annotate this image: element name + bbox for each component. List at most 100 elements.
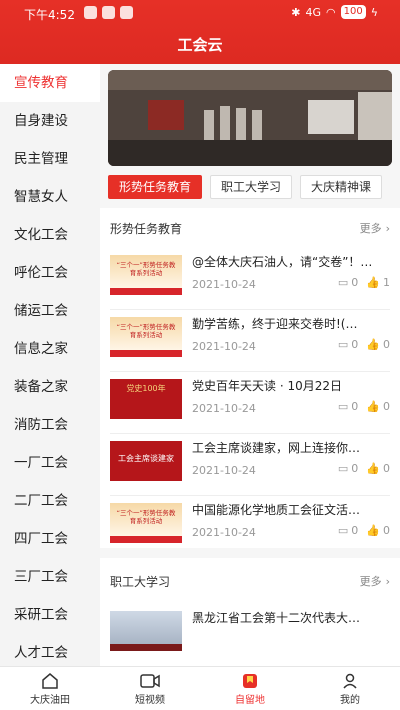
banner-image[interactable] — [108, 70, 392, 166]
list-item[interactable]: 黑龙江省工会第十二次代表大… — [100, 604, 400, 666]
thumbnail-caption: 党史100年 — [126, 384, 166, 393]
like-icon[interactable]: 👍 — [366, 524, 380, 537]
article-stats: ▭ 0 👍 1 — [338, 276, 390, 289]
tab-topic[interactable]: 职工大学习 — [210, 175, 293, 199]
section-header: 形势任务教育 更多 › — [100, 208, 400, 248]
tab-label: 大庆油田 — [30, 695, 70, 706]
article-stats: ▭ 0 👍 0 — [338, 524, 390, 537]
sidebar-item[interactable]: 自身建设 — [0, 102, 100, 140]
tab-profile[interactable]: 我的 — [300, 667, 400, 710]
article-thumbnail: “三个一”形势任务教育系列活动 — [110, 317, 182, 357]
system-icons: ✱ 4G ◠ 100 ϟ — [291, 5, 378, 19]
sidebar-item[interactable]: 文化工会 — [0, 216, 100, 254]
comment-icon: ▭ — [337, 276, 349, 289]
category-sidebar: 宣传教育 自身建设 民主管理 智慧女人 文化工会 呼伦工会 储运工会 信息之家 … — [0, 64, 100, 666]
comment-count: 0 — [351, 338, 359, 351]
tab-label: 自留地 — [235, 695, 265, 706]
wifi-icon: ◠ — [326, 5, 336, 19]
more-link[interactable]: 更多 › — [360, 573, 390, 589]
article-thumbnail: “三个一”形势任务教育系列活动 — [110, 503, 182, 543]
list-item[interactable]: 党史100年 党史百年天天读 · 10月22日 2021-10-24 ▭ 0 👍 0 — [100, 372, 400, 434]
battery-icon: 100 — [340, 5, 366, 19]
section-title: 形势任务教育 — [110, 221, 183, 236]
signal-icon: 4G — [305, 5, 322, 19]
article-date: 2021-10-24 — [192, 340, 256, 353]
article-title: 勤学苦练，终于迎来交卷时!(… — [192, 317, 358, 331]
app-notify-icon — [102, 6, 115, 19]
like-count: 0 — [383, 524, 390, 537]
article-title: @全体大庆石油人，请“交卷”！… — [192, 255, 373, 269]
page-title: 工会云 — [177, 36, 223, 54]
comment-count: 0 — [351, 462, 359, 475]
sidebar-item[interactable]: 三厂工会 — [0, 558, 100, 596]
sidebar-item[interactable]: 民主管理 — [0, 140, 100, 178]
sidebar-item[interactable]: 人才工会 — [0, 634, 100, 666]
sidebar-item[interactable]: 信息之家 — [0, 330, 100, 368]
like-icon[interactable]: 👍 — [366, 462, 380, 475]
comment-count: 0 — [351, 276, 359, 289]
tab-topic[interactable]: 形势任务教育 — [108, 175, 203, 199]
thumbnail-caption: “三个一”形势任务教育系列活动 — [116, 323, 176, 339]
list-item[interactable]: “三个一”形势任务教育系列活动 @全体大庆石油人，请“交卷”！… 2021-10… — [100, 248, 400, 310]
content-area: 形势任务教育 职工大学习 大庆精神课 形势任务教育 更多 › “三个一”形势任务教… — [100, 64, 400, 666]
app-notify-icon — [84, 6, 97, 19]
article-title: 中国能源化学地质工会征文活… — [192, 503, 361, 517]
article-date: 2021-10-24 — [192, 464, 256, 477]
like-icon[interactable]: 👍 — [366, 276, 380, 289]
exhibition-hall-image — [108, 70, 392, 166]
bluetooth-icon: ✱ — [291, 5, 301, 19]
tab-video[interactable]: 短视频 — [100, 667, 200, 710]
sidebar-item[interactable]: 一厂工会 — [0, 444, 100, 482]
section-title: 职工大学习 — [110, 574, 171, 589]
tab-topic[interactable]: 大庆精神课 — [300, 175, 383, 199]
more-link[interactable]: 更多 › — [360, 220, 390, 236]
comment-count: 0 — [351, 400, 359, 413]
like-count: 1 — [383, 276, 390, 289]
like-icon[interactable]: 👍 — [366, 338, 380, 351]
sidebar-item[interactable]: 储运工会 — [0, 292, 100, 330]
section-study: 职工大学习 更多 › 黑龙江省工会第十二次代表大… — [100, 558, 400, 666]
article-title: 党史百年天天读 · 10月22日 — [192, 379, 342, 393]
list-item[interactable]: 工会主席谈建家 工会主席谈建家，网上连接你… 2021-10-24 ▭ 0 👍 0 — [100, 434, 400, 496]
article-thumbnail — [110, 611, 182, 651]
more-label: 更多 — [359, 575, 382, 588]
article-stats: ▭ 0 👍 0 — [338, 338, 390, 351]
article-date: 2021-10-24 — [192, 278, 256, 291]
comment-icon: ▭ — [337, 400, 349, 413]
article-stats: ▭ 0 👍 0 — [338, 400, 390, 413]
notification-icons — [84, 6, 133, 19]
article-thumbnail: “三个一”形势任务教育系列活动 — [110, 255, 182, 295]
sidebar-item[interactable]: 宣传教育 — [0, 64, 100, 102]
thumbnail-caption: “三个一”形势任务教育系列活动 — [116, 261, 176, 277]
app-header: 下午4:52 ✱ 4G ◠ 100 ϟ 工会云 — [0, 0, 400, 64]
tab-label: 我的 — [340, 695, 360, 706]
article-stats: ▭ 0 👍 0 — [338, 462, 390, 475]
person-icon — [300, 671, 400, 691]
video-icon — [100, 671, 200, 691]
like-count: 0 — [383, 462, 390, 475]
tab-home[interactable]: 大庆油田 — [0, 667, 100, 710]
like-icon[interactable]: 👍 — [366, 400, 380, 413]
sidebar-item[interactable]: 呼伦工会 — [0, 254, 100, 292]
sidebar-item[interactable]: 四厂工会 — [0, 520, 100, 558]
list-item[interactable]: “三个一”形势任务教育系列活动 勤学苦练，终于迎来交卷时!(… 2021-10-… — [100, 310, 400, 372]
charging-icon: ϟ — [370, 5, 378, 19]
comment-count: 0 — [351, 524, 359, 537]
status-time: 下午4:52 — [24, 8, 75, 22]
bookmark-icon — [200, 671, 300, 691]
article-date: 2021-10-24 — [192, 402, 256, 415]
sidebar-item[interactable]: 智慧女人 — [0, 178, 100, 216]
like-count: 0 — [383, 400, 390, 413]
sidebar-item[interactable]: 二厂工会 — [0, 482, 100, 520]
sidebar-item[interactable]: 采研工会 — [0, 596, 100, 634]
tab-garden[interactable]: 自留地 — [200, 667, 300, 710]
sidebar-item[interactable]: 消防工会 — [0, 406, 100, 444]
app-notify-icon — [120, 6, 133, 19]
article-title: 黑龙江省工会第十二次代表大… — [192, 611, 361, 625]
section-education: 形势任务教育 更多 › “三个一”形势任务教育系列活动 @全体大庆石油人，请“交卷… — [100, 208, 400, 548]
section-header: 职工大学习 更多 › — [100, 558, 400, 604]
list-item[interactable]: “三个一”形势任务教育系列活动 中国能源化学地质工会征文活… 2021-10-2… — [100, 496, 400, 558]
tab-label: 短视频 — [135, 695, 165, 706]
topic-tabs: 形势任务教育 职工大学习 大庆精神课 — [108, 175, 400, 199]
sidebar-item[interactable]: 装备之家 — [0, 368, 100, 406]
